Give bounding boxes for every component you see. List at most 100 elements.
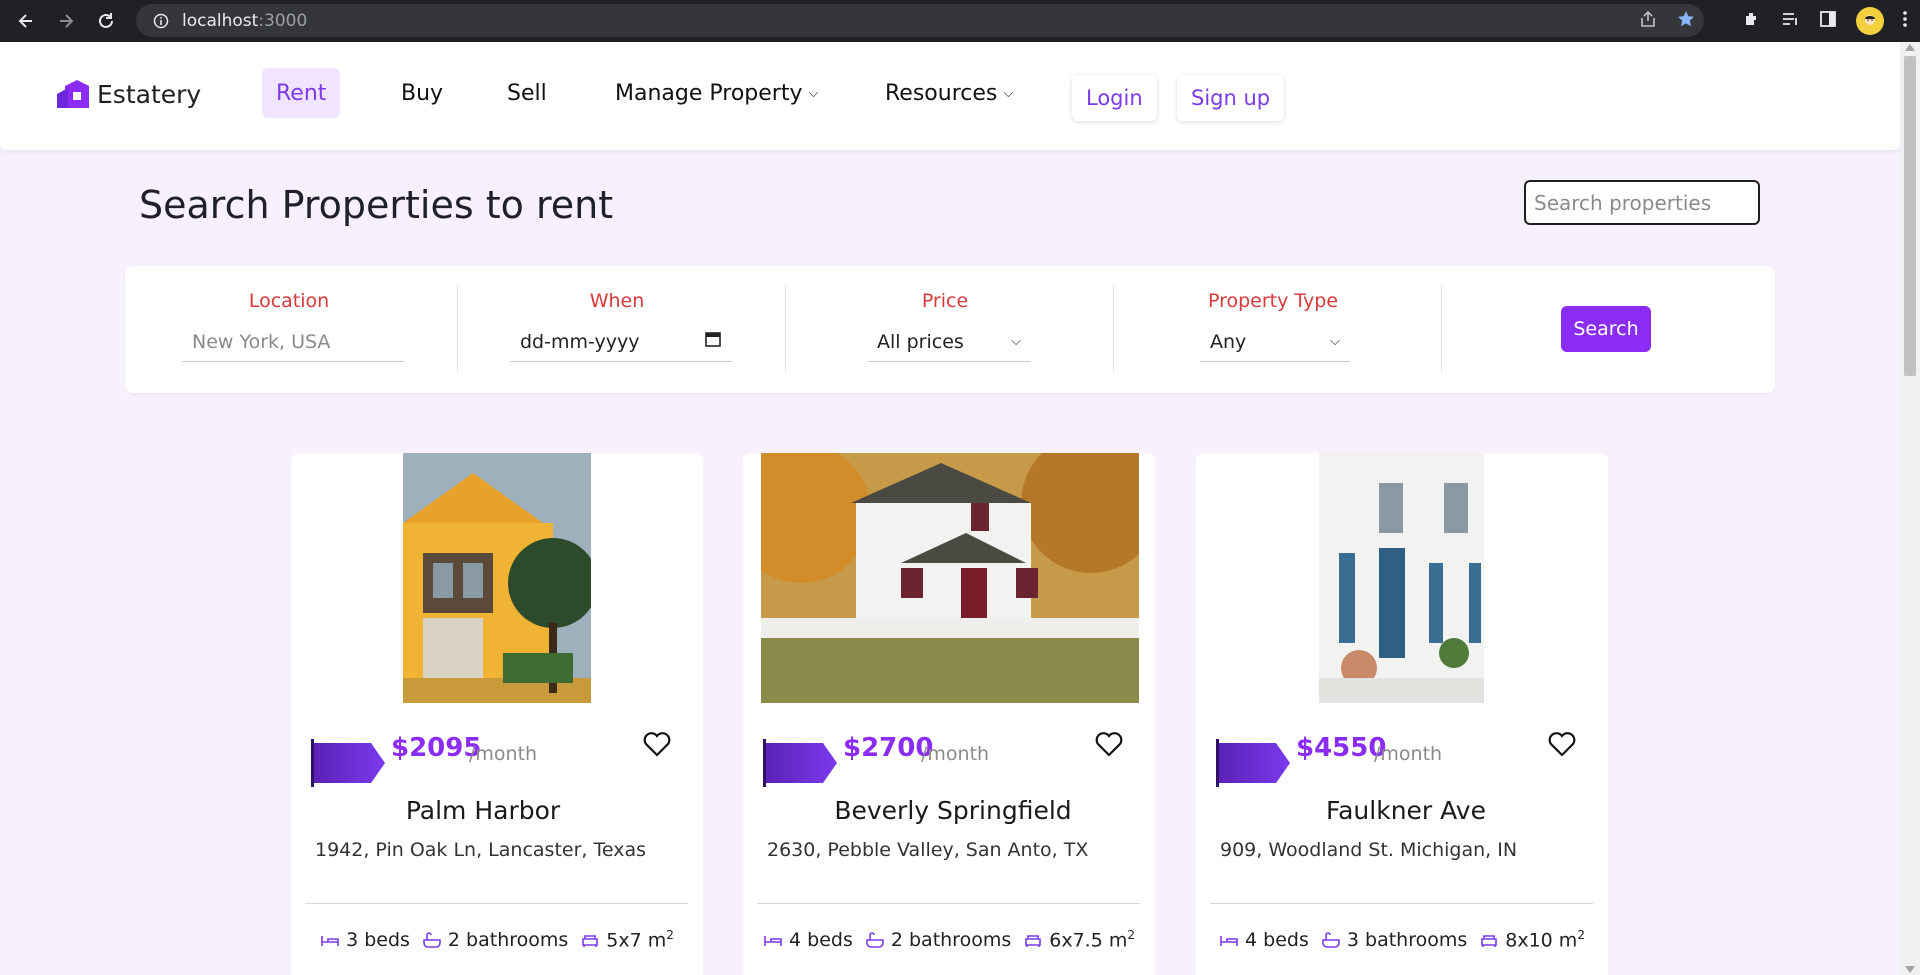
property-type-select[interactable]: Any ⌵ — [1200, 322, 1350, 362]
nav-manage-label: Manage Property — [615, 80, 803, 106]
baths-count: 2 bathrooms — [890, 928, 1012, 951]
scroll-up-icon[interactable] — [1905, 44, 1915, 51]
filter-price: Price All prices ⌵ — [781, 266, 1109, 393]
scroll-thumb[interactable] — [1904, 56, 1916, 376]
search-button[interactable]: Search — [1561, 306, 1651, 352]
property-name[interactable]: Beverly Springfield — [773, 796, 1133, 825]
area-info: 5x7 m2 — [580, 928, 674, 951]
profile-avatar[interactable] — [1856, 7, 1884, 35]
beds-count: 3 beds — [346, 928, 410, 951]
beds-info: 4 beds — [763, 929, 853, 951]
property-image[interactable] — [403, 453, 591, 703]
property-type-label: Property Type — [1207, 290, 1339, 312]
chevron-down-icon: ⌵ — [1011, 334, 1021, 349]
site-header: Estatery Rent Buy Sell Manage Property ⌵… — [0, 42, 1900, 150]
property-image[interactable] — [761, 453, 1139, 703]
forward-icon[interactable] — [46, 0, 86, 42]
baths-info: 2 bathrooms — [865, 929, 1011, 951]
amenities: 3 beds 2 bathrooms 5x7 m2 — [291, 928, 703, 951]
nav-manage-property[interactable]: Manage Property ⌵ — [615, 68, 818, 118]
property-address: 1942, Pin Oak Ln, Lancaster, Texas — [315, 839, 646, 861]
bed-icon — [764, 935, 782, 946]
price: $2700 — [843, 733, 934, 763]
property-card[interactable]: $2700 /month Beverly Springfield 2630, P… — [743, 453, 1155, 975]
house-logo-icon — [57, 80, 89, 108]
signup-button[interactable]: Sign up — [1177, 75, 1285, 121]
date-input[interactable]: dd-mm-yyyy — [510, 322, 732, 362]
menu-dots-icon[interactable] — [1902, 9, 1908, 33]
area-info: 8x10 m2 — [1479, 928, 1585, 951]
beds-info: 3 beds — [320, 929, 410, 951]
brand-name: Estatery — [97, 79, 202, 109]
filter-bar: Location New York, USA When dd-mm-yyyy P… — [125, 266, 1775, 393]
beds-count: 4 beds — [1245, 928, 1309, 951]
nav-resources[interactable]: Resources ⌵ — [885, 68, 1013, 118]
area-size: 6x7.5 m2 — [1049, 928, 1135, 952]
address-bar[interactable]: localhost:3000 — [136, 4, 1704, 37]
browser-toolbar: localhost:3000 — [0, 0, 1920, 42]
area-size: 5x7 m2 — [606, 928, 674, 952]
filter-when: When dd-mm-yyyy — [453, 266, 781, 393]
area-size: 8x10 m2 — [1505, 928, 1585, 952]
extensions-icon[interactable] — [1742, 9, 1762, 33]
divider — [305, 903, 688, 904]
sofa-icon — [582, 934, 599, 947]
beds-info: 4 beds — [1219, 929, 1309, 951]
side-panel-icon[interactable] — [1818, 9, 1838, 33]
baths-info: 2 bathrooms — [422, 929, 568, 951]
price-period: /month — [921, 743, 990, 765]
property-type-value: Any — [1210, 330, 1247, 353]
divider — [1441, 286, 1442, 372]
amenities: 4 beds 2 bathrooms 6x7.5 m2 — [743, 928, 1155, 951]
property-image[interactable] — [1319, 453, 1484, 703]
baths-info: 3 bathrooms — [1321, 929, 1467, 951]
back-icon[interactable] — [6, 0, 46, 42]
property-name[interactable]: Faulkner Ave — [1226, 796, 1586, 825]
bookmark-star-icon[interactable] — [1676, 9, 1696, 33]
bed-icon — [1220, 935, 1238, 946]
heart-icon[interactable] — [1095, 731, 1123, 757]
site-info-icon[interactable] — [146, 13, 176, 29]
location-label: Location — [248, 290, 330, 312]
nav-rent[interactable]: Rent — [262, 68, 341, 118]
chevron-down-icon: ⌵ — [808, 85, 819, 101]
price: $4550 — [1296, 733, 1387, 763]
property-address: 2630, Pebble Valley, San Anto, TX — [767, 839, 1089, 861]
logo[interactable]: Estatery — [55, 78, 201, 110]
date-value: dd-mm-yyyy — [520, 330, 640, 353]
filter-property-type: Property Type Any ⌵ — [1109, 266, 1437, 393]
price-period: /month — [1374, 743, 1443, 765]
chevron-down-icon: ⌵ — [1330, 334, 1340, 349]
share-icon[interactable] — [1638, 9, 1658, 33]
when-label: When — [589, 290, 645, 312]
page-title: Search Properties to rent — [139, 183, 614, 227]
reading-list-icon[interactable] — [1780, 9, 1800, 33]
location-input[interactable]: New York, USA — [182, 322, 404, 362]
scroll-down-icon[interactable] — [1905, 966, 1915, 973]
area-info: 6x7.5 m2 — [1023, 928, 1135, 951]
baths-count: 3 bathrooms — [1346, 928, 1468, 951]
price-period: /month — [469, 743, 538, 765]
nav-sell[interactable]: Sell — [507, 68, 547, 118]
bed-icon — [321, 935, 339, 946]
property-card[interactable]: $4550 /month Faulkner Ave 909, Woodland … — [1196, 453, 1608, 975]
beds-count: 4 beds — [789, 928, 853, 951]
chevron-down-icon: ⌵ — [1003, 85, 1014, 101]
amenities: 4 beds 3 bathrooms 8x10 m2 — [1196, 928, 1608, 951]
price-select[interactable]: All prices ⌵ — [867, 322, 1031, 362]
price-ribbon-icon — [311, 739, 385, 787]
price-label: Price — [921, 290, 969, 312]
login-button[interactable]: Login — [1072, 75, 1157, 121]
property-name[interactable]: Palm Harbor — [303, 796, 663, 825]
page-scrollbar[interactable] — [1900, 42, 1920, 975]
filter-location: Location New York, USA — [125, 266, 453, 393]
bath-icon — [423, 931, 441, 948]
calendar-icon[interactable] — [704, 330, 722, 353]
price-ribbon-icon — [763, 739, 837, 787]
nav-buy[interactable]: Buy — [401, 68, 443, 118]
property-card[interactable]: $2095 /month Palm Harbor 1942, Pin Oak L… — [291, 453, 703, 975]
search-input[interactable] — [1524, 180, 1760, 225]
heart-icon[interactable] — [1548, 731, 1576, 757]
heart-icon[interactable] — [643, 731, 671, 757]
reload-icon[interactable] — [86, 0, 126, 42]
